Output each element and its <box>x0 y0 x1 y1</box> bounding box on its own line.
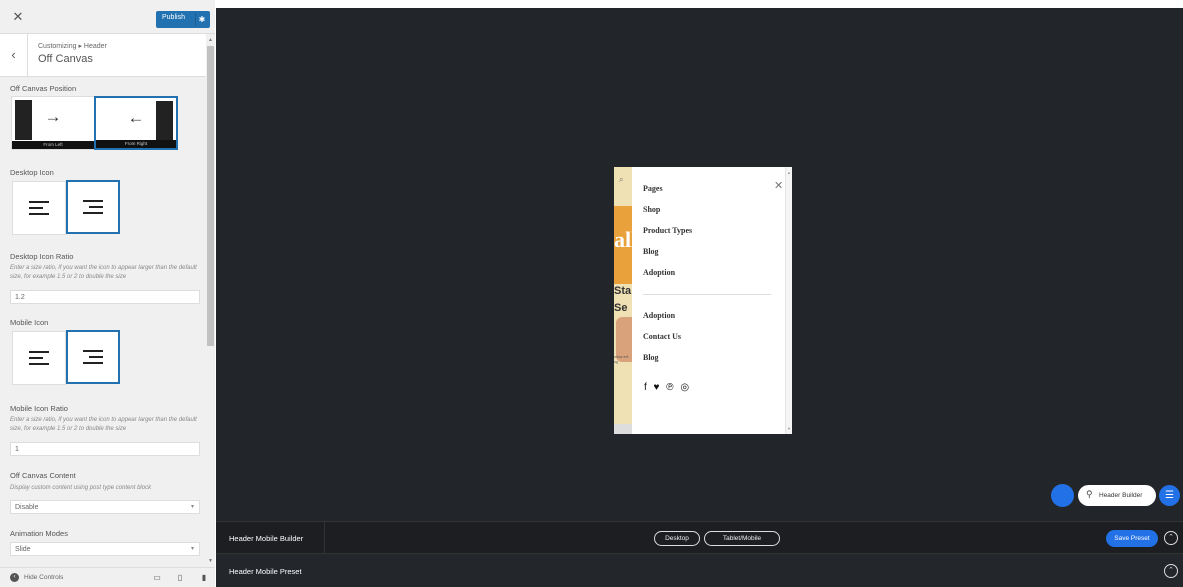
builder-icon: ⚲ <box>1086 489 1093 499</box>
menu-item-blog[interactable]: Blog <box>643 247 659 256</box>
hero-heading-line1: Sta <box>614 285 632 297</box>
menu-item-shop[interactable]: Shop <box>643 205 660 214</box>
arrow-left-icon: ← <box>127 108 145 127</box>
mobile-icon-ratio-input[interactable]: 1 <box>10 442 200 456</box>
breadcrumb-path: Customizing ▸ Header <box>38 43 107 50</box>
hide-controls-button[interactable]: Hide Controls <box>24 574 63 581</box>
hero-heading-line2: Se <box>614 302 628 314</box>
off-canvas-content-label: Off Canvas Content <box>10 471 76 480</box>
menu-item-blog-secondary[interactable]: Blog <box>643 353 659 362</box>
desktop-icon-ratio-description: Enter a size ratio, if you want the icon… <box>10 265 197 280</box>
breadcrumb: ‹ Customizing ▸ Header Off Canvas <box>0 34 206 77</box>
builder-title: Header Mobile Builder <box>229 534 304 543</box>
animation-modes-label: Animation Modes <box>10 529 68 538</box>
arrow-right-icon: → <box>44 107 62 126</box>
chevron-up-icon[interactable]: ⌃ <box>1164 531 1178 545</box>
animation-modes-select[interactable]: Slide ▾ <box>10 542 200 556</box>
off-canvas-position-label: Off Canvas Position <box>10 84 77 93</box>
desktop-icon[interactable]: ▭ <box>152 573 162 582</box>
hero-small-text: rcbuz erit ug <box>614 355 629 364</box>
search-icon[interactable]: ⌕ <box>619 175 623 185</box>
desktop-icon-ratio-label: Desktop Icon Ratio <box>10 252 74 261</box>
menu-right-aligned-icon <box>83 350 103 364</box>
header-builder-label: Header Builder <box>1099 492 1143 499</box>
position-from-right-option[interactable]: ← From Right <box>94 96 178 150</box>
mobile-preview-frame: ⌕ all Sta Se rcbuz erit ug ✕ Pages Shop … <box>614 167 792 434</box>
mobile-icon-ratio-label: Mobile Icon Ratio <box>10 404 68 413</box>
desktop-icon-label: Desktop Icon <box>10 168 54 177</box>
horizontal-scrollbar[interactable] <box>614 424 632 434</box>
menu-divider <box>643 294 771 295</box>
scroll-down-icon[interactable]: ▼ <box>787 426 791 431</box>
menu-left-aligned-icon <box>29 351 49 365</box>
off-canvas-content-description: Display custom content using post type c… <box>10 485 152 491</box>
chevron-up-icon[interactable]: ⌃ <box>1164 564 1178 578</box>
bar-divider <box>324 522 325 554</box>
publish-label: Publish <box>162 14 185 21</box>
header-mobile-preset-bar: Header Mobile Preset ⌃ <box>216 553 1183 587</box>
header-builder-button[interactable]: ⚲ Header Builder <box>1078 485 1156 506</box>
position-from-left-option[interactable]: → From Left <box>11 96 95 150</box>
scroll-up-icon[interactable]: ▲ <box>787 170 791 175</box>
section-title: Off Canvas <box>38 53 93 65</box>
menu-item-adoption-secondary[interactable]: Adoption <box>643 311 675 320</box>
menu-left-aligned-icon <box>29 201 49 215</box>
mobile-icon-ratio-description: Enter a size ratio, if you want the icon… <box>10 417 197 432</box>
mobile-icon[interactable]: ▮ <box>199 573 209 582</box>
back-arrow-icon[interactable]: ‹ <box>0 34 28 77</box>
tab-desktop[interactable]: Desktop <box>654 531 700 546</box>
page-background-strip: ⌕ all Sta Se rcbuz erit ug <box>614 167 637 434</box>
preset-title: Header Mobile Preset <box>229 567 302 576</box>
off-canvas-menu: ✕ Pages Shop Product Types Blog Adoption… <box>632 167 792 434</box>
select-value: Disable <box>15 504 39 511</box>
gear-icon[interactable]: ✱ <box>195 13 208 26</box>
customizer-footer: ‹ Hide Controls ▭ ▯ ▮ <box>0 567 215 587</box>
mobile-icon-label: Mobile Icon <box>10 318 49 327</box>
customizer-topbar: ✕ Publish ✱ <box>0 0 215 34</box>
option-caption: From Left <box>12 141 94 149</box>
menu-scrollbar[interactable]: ▲ ▼ <box>785 167 792 434</box>
mobile-icon-option-left[interactable] <box>12 331 66 385</box>
mobile-icon-option-right[interactable] <box>66 330 120 384</box>
desktop-icon-option-right[interactable] <box>66 180 120 234</box>
menu-item-pages[interactable]: Pages <box>643 184 663 193</box>
scroll-down-icon[interactable]: ▼ <box>208 558 213 564</box>
site-preview: ⌕ all Sta Se rcbuz erit ug ✕ Pages Shop … <box>216 8 1183 521</box>
tab-tablet-mobile[interactable]: Tablet/Mobile <box>704 531 780 546</box>
publish-button[interactable]: Publish ✱ <box>156 11 210 28</box>
option-caption: From Right <box>96 140 176 148</box>
menu-item-product-types[interactable]: Product Types <box>643 226 692 235</box>
save-preset-button[interactable]: Save Preset <box>1106 530 1158 547</box>
menu-item-adoption[interactable]: Adoption <box>643 268 675 277</box>
social-icons[interactable]: f ♥ ℗ ◎ <box>644 382 691 393</box>
menu-item-contact-us[interactable]: Contact Us <box>643 332 681 341</box>
select-value: Slide <box>15 546 31 553</box>
panel-scrollbar[interactable]: ▲ ▼ <box>206 34 215 567</box>
hide-controls-icon[interactable]: ‹ <box>10 573 19 582</box>
scrollbar-thumb[interactable] <box>207 46 214 346</box>
desktop-icon-option-left[interactable] <box>12 181 66 235</box>
list-icon[interactable]: ☰ <box>1159 485 1180 506</box>
close-icon[interactable]: ✕ <box>774 179 783 192</box>
customizer-panel: ✕ Publish ✱ ‹ Customizing ▸ Header Off C… <box>0 0 215 587</box>
tablet-icon[interactable]: ▯ <box>175 573 185 582</box>
chevron-down-icon: ▾ <box>190 504 194 510</box>
desktop-icon-ratio-input[interactable]: 1.2 <box>10 290 200 304</box>
menu-right-aligned-icon <box>83 200 103 214</box>
close-icon[interactable]: ✕ <box>8 7 28 27</box>
off-canvas-content-select[interactable]: Disable ▾ <box>10 500 200 514</box>
floating-action-button[interactable] <box>1051 484 1074 507</box>
scroll-up-icon[interactable]: ▲ <box>208 37 213 43</box>
chevron-down-icon: ▾ <box>190 546 194 552</box>
header-mobile-builder-bar: Header Mobile Builder Desktop Tablet/Mob… <box>216 521 1183 554</box>
